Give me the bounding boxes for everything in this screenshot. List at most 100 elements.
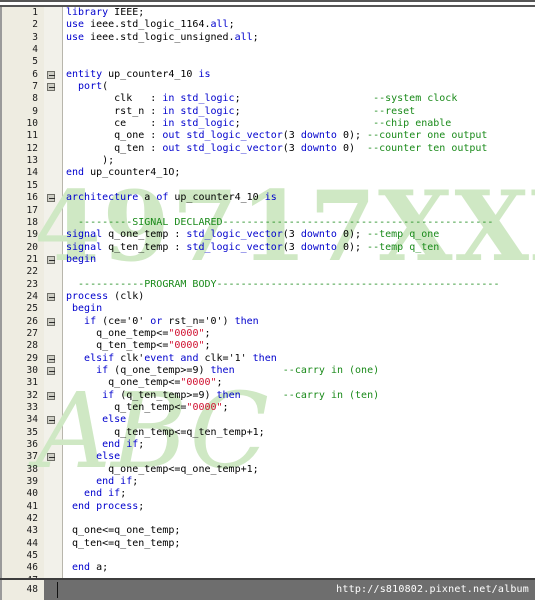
code-line[interactable]: 3 use ieee.std_logic_unsigned.all; bbox=[0, 32, 535, 44]
fold-toggle-icon[interactable] bbox=[45, 414, 61, 426]
line-number: 31 bbox=[26, 377, 38, 389]
fold-toggle-icon[interactable] bbox=[45, 390, 61, 402]
code-line[interactable]: 38 q_one_temp<=q_one_temp+1; bbox=[0, 464, 535, 476]
code-line[interactable]: 6 entity up_counter4_10 is bbox=[0, 69, 535, 81]
fold-cell-empty bbox=[45, 562, 61, 574]
fold-toggle-icon[interactable] bbox=[45, 69, 61, 81]
code-line[interactable]: 46 end a; bbox=[0, 562, 535, 574]
code-line[interactable]: 25 begin bbox=[0, 303, 535, 315]
token-kw: else bbox=[66, 414, 127, 426]
code-line[interactable]: 23 -----------PROGRAM BODY--------------… bbox=[0, 279, 535, 291]
fold-toggle-icon[interactable] bbox=[45, 291, 61, 303]
code-line[interactable]: 4 bbox=[0, 44, 535, 56]
collapse-minus-icon[interactable] bbox=[47, 354, 55, 363]
collapse-minus-icon[interactable] bbox=[47, 70, 55, 79]
collapse-minus-icon[interactable] bbox=[47, 391, 55, 400]
token-kw: then bbox=[234, 315, 259, 327]
token-kw: if bbox=[66, 315, 97, 327]
code-surface[interactable]: 49717XXX ABC 1library IEEE;2use ieee.std… bbox=[0, 7, 535, 600]
token-id: up_counter4_10 bbox=[168, 192, 265, 204]
token-id: q_ten_temp : bbox=[102, 241, 187, 253]
fold-toggle-icon[interactable] bbox=[45, 365, 61, 377]
fold-toggle-icon[interactable] bbox=[45, 192, 61, 204]
token-id: q_ten_temp<= bbox=[66, 340, 169, 352]
collapse-minus-icon[interactable] bbox=[47, 194, 55, 203]
collapse-minus-icon[interactable] bbox=[47, 453, 55, 462]
collapse-minus-icon[interactable] bbox=[47, 83, 55, 92]
code-line[interactable]: 31 q_one_temp<="0000"; bbox=[0, 377, 535, 389]
code-line[interactable]: 34 else bbox=[0, 414, 535, 426]
token-id: ; bbox=[138, 500, 145, 512]
code-line[interactable]: 5 bbox=[0, 56, 535, 68]
fold-cell-empty bbox=[45, 56, 61, 68]
collapse-minus-icon[interactable] bbox=[47, 416, 55, 425]
token-id: (q_one_temp>=9) bbox=[108, 364, 211, 376]
code-line[interactable]: 43 q_one<=q_one_temp; bbox=[0, 525, 535, 537]
code-line[interactable]: 37 else bbox=[0, 451, 535, 463]
code-line[interactable]: 1 library IEEE; bbox=[0, 7, 535, 19]
fold-cell-empty bbox=[45, 538, 61, 550]
code-line[interactable]: 32 if (q_ten_temp>=9) then --carry in (t… bbox=[0, 390, 535, 402]
fold-toggle-icon[interactable] bbox=[45, 254, 61, 266]
token-id: q_ten_temp<= bbox=[66, 402, 187, 413]
status-bar: 48 http://s810802.pixnet.net/album bbox=[0, 578, 535, 600]
token-kw: if bbox=[66, 364, 109, 376]
line-text: end up_counter4_1O; bbox=[66, 167, 180, 179]
code-line[interactable]: 15 bbox=[0, 180, 535, 192]
token-cm: -----------PROGRAM BODY-----------------… bbox=[66, 278, 500, 290]
code-line[interactable]: 13 ); bbox=[0, 155, 535, 167]
line-text: q_ten_temp<=q_ten_temp+1; bbox=[66, 427, 265, 439]
code-line[interactable]: 18 ---------SIGNAL DECLARED-------------… bbox=[0, 217, 535, 229]
line-number: 3 bbox=[32, 31, 38, 43]
code-line[interactable]: 14 end up_counter4_1O; bbox=[0, 167, 535, 179]
code-line[interactable]: 20 signal q_ten_temp : std_logic_vector(3… bbox=[0, 242, 535, 254]
code-line[interactable]: 44 q_ten<=q_ten_temp; bbox=[0, 538, 535, 550]
code-line[interactable]: 40 end if; bbox=[0, 488, 535, 500]
code-line[interactable]: 8 clk : in std_logic; --system clock bbox=[0, 93, 535, 105]
code-line[interactable]: 17 bbox=[0, 205, 535, 217]
collapse-minus-icon[interactable] bbox=[47, 255, 55, 264]
code-line[interactable]: 11 q_one : out std_logic_vector(3 downto… bbox=[0, 130, 535, 142]
code-line[interactable]: 16 architecture a of up_counter4_10 is bbox=[0, 192, 535, 204]
code-line[interactable]: 9 rst_n : in std_logic; --reset bbox=[0, 106, 535, 118]
fold-toggle-icon[interactable] bbox=[45, 81, 61, 93]
code-line[interactable]: 45 bbox=[0, 550, 535, 562]
code-line[interactable]: 30 if (q_one_temp>=9) then --carry in (o… bbox=[0, 365, 535, 377]
code-line[interactable]: 7 port( bbox=[0, 81, 535, 93]
code-editor-window: 49717XXX ABC 1library IEEE;2use ieee.std… bbox=[0, 0, 535, 600]
fold-cell-empty bbox=[45, 513, 61, 525]
token-id: q_ten_temp<=q_ten_temp+1; bbox=[66, 426, 265, 438]
fold-toggle-icon[interactable] bbox=[45, 353, 61, 365]
line-text: use ieee.std_logic_1164.all; bbox=[66, 19, 235, 31]
collapse-minus-icon[interactable] bbox=[47, 317, 55, 326]
code-line[interactable]: 29 elsif clk'event and clk='1' then bbox=[0, 353, 535, 365]
line-text: q_one : out std_logic_vector(3 downto 0)… bbox=[66, 130, 487, 142]
line-number: 17 bbox=[26, 204, 38, 216]
token-kw: in std_logic bbox=[162, 93, 235, 105]
code-line[interactable]: 19 signal q_one_temp : std_logic_vector(3… bbox=[0, 229, 535, 241]
code-line[interactable]: 10 ce : in std_logic; --chip enable bbox=[0, 118, 535, 130]
code-line[interactable]: 21 begin bbox=[0, 254, 535, 266]
fold-cell-empty bbox=[45, 464, 61, 476]
collapse-minus-icon[interactable] bbox=[47, 366, 55, 375]
code-line[interactable]: 28 q_ten_temp<="0000"; bbox=[0, 340, 535, 352]
code-line[interactable]: 24 process (clk) bbox=[0, 291, 535, 303]
code-line[interactable]: 26 if (ce='0' or rst_n='0') then bbox=[0, 316, 535, 328]
token-kw: end process bbox=[66, 500, 139, 512]
code-line[interactable]: 33 q_ten_temp<="0000"; bbox=[0, 402, 535, 414]
code-line[interactable]: 36 end if; bbox=[0, 439, 535, 451]
collapse-minus-icon[interactable] bbox=[47, 292, 55, 301]
code-line[interactable]: 41 end process; bbox=[0, 501, 535, 513]
code-line[interactable]: 12 q_ten : out std_logic_vector(3 downto… bbox=[0, 143, 535, 155]
code-line[interactable]: 35 q_ten_temp<=q_ten_temp+1; bbox=[0, 427, 535, 439]
line-number: 23 bbox=[26, 278, 38, 290]
code-line[interactable]: 22 bbox=[0, 266, 535, 278]
code-line[interactable]: 27 q_one_temp<="0000"; bbox=[0, 328, 535, 340]
code-line[interactable]: 39 end if; bbox=[0, 476, 535, 488]
fold-toggle-icon[interactable] bbox=[45, 316, 61, 328]
code-line[interactable]: 2 use ieee.std_logic_1164.all; bbox=[0, 19, 535, 31]
token-cm: --system clock bbox=[373, 93, 458, 105]
token-id bbox=[241, 390, 283, 401]
fold-toggle-icon[interactable] bbox=[45, 451, 61, 463]
code-line[interactable]: 42 bbox=[0, 513, 535, 525]
